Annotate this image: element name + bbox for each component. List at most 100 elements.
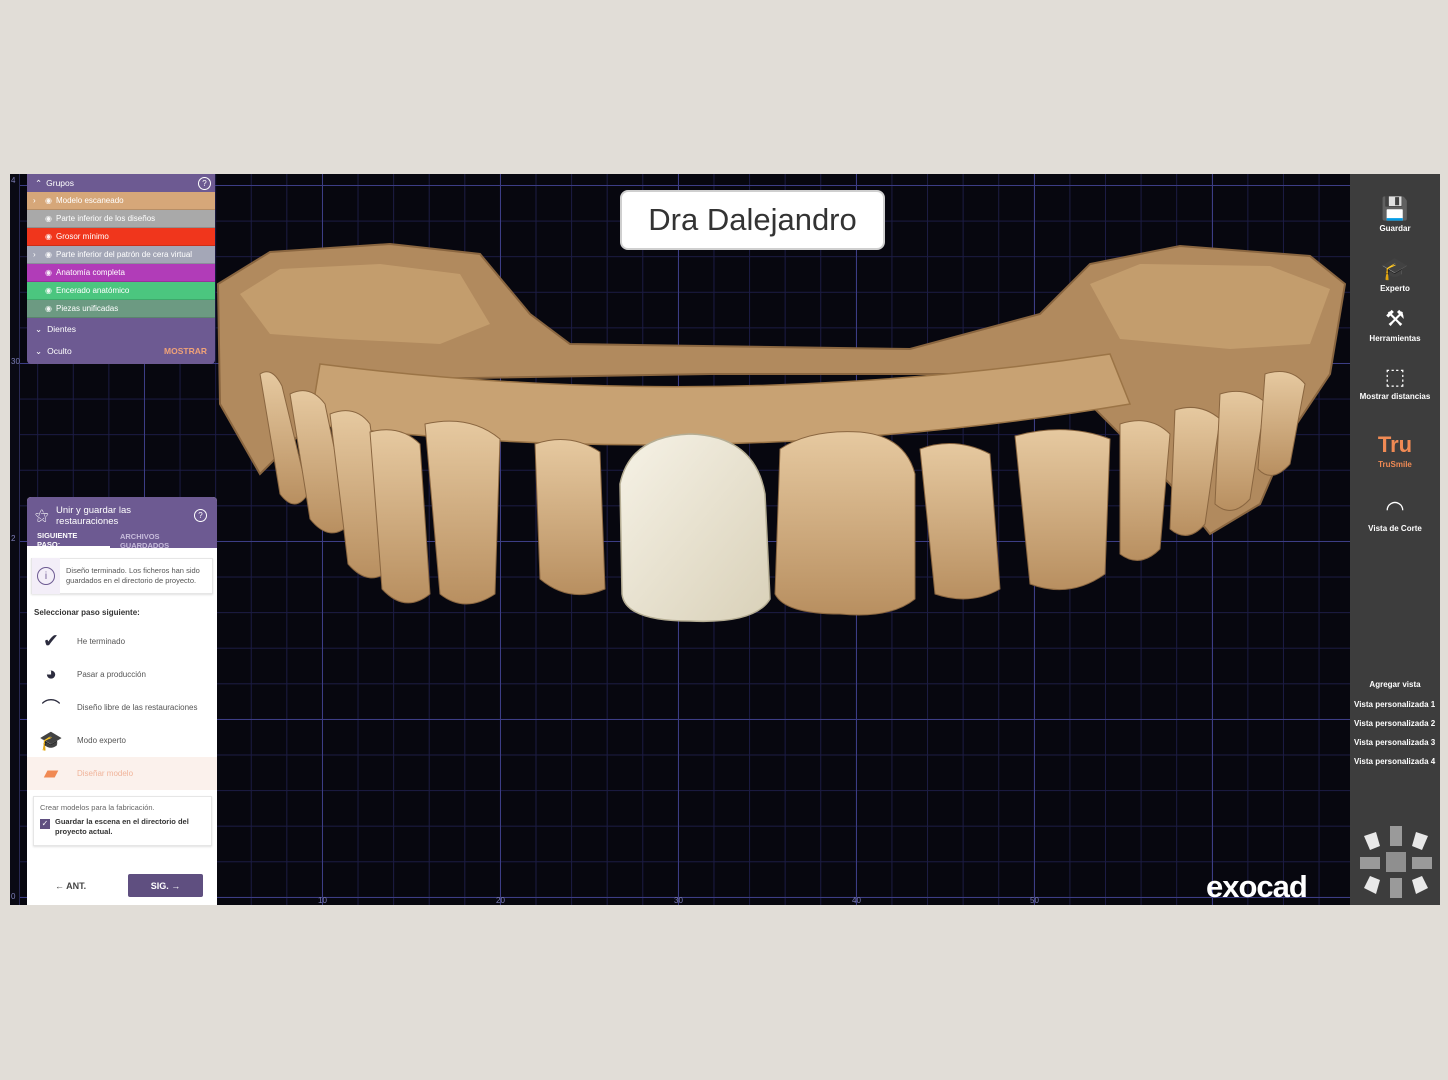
next-step-option[interactable]: 🎓 Modo experto [27,724,217,757]
eye-icon[interactable]: ◉ [45,304,52,313]
tool-label: Herramientas [1369,334,1421,343]
tool-graduation-cap[interactable]: 🎓 Experto [1350,256,1440,293]
eye-icon[interactable]: ◉ [45,214,52,223]
step-panel: ⚝ Unir y guardar las restauraciones ? SI… [27,497,217,905]
group-label: Parte inferior de los diseños [55,214,156,223]
custom-view-item[interactable]: Vista personalizada 1 [1350,700,1440,710]
show-hidden-button[interactable]: MOSTRAR [164,346,207,356]
trusmile-icon: Tru [1377,432,1413,457]
chevron-down-icon: ⌄ [35,345,43,356]
ruler-tick: 20 [496,896,505,905]
checkbox-checked[interactable]: ✓ [40,819,50,829]
chevron-right-icon[interactable]: › [33,196,41,205]
tool-cut-view[interactable]: ◠ Vista de Corte [1350,496,1440,533]
info-text: Diseño terminado. Los ficheros han sido … [66,566,200,585]
save-scene-checkbox-row[interactable]: ✓ Guardar la escena en el directorio del… [40,817,205,837]
tool-label: TruSmile [1378,460,1412,469]
group-item[interactable]: ◉ Grosor mínimo [27,228,215,246]
next-step-option[interactable]: ▰ Diseñar modelo [27,757,217,790]
select-step-label: Seleccionar paso siguiente: [34,608,140,617]
custom-view-item[interactable]: Vista personalizada 3 [1350,738,1440,748]
tools-icon: ⚒ [1385,306,1405,331]
box-text: Crear modelos para la fabricación. [40,803,155,812]
eye-icon[interactable]: ◉ [45,286,52,295]
exocad-logo: exocad [1206,869,1308,904]
section-dientes[interactable]: ⌄ Dientes [27,318,215,340]
cut-view-icon: ◠ [1386,496,1404,521]
ruler-tick: 30 [11,357,20,366]
info-icon: i [37,567,55,585]
previous-label: ANT. [66,880,87,891]
eye-icon[interactable]: ◉ [45,250,52,259]
next-step-option[interactable]: ✔ He terminado [27,625,217,658]
graduation-cap-icon: 🎓 [1381,256,1409,281]
info-icon-wrap: i [32,558,60,594]
eye-icon[interactable]: ◉ [45,232,52,241]
tab-saved-files[interactable]: ARCHIVOS GUARDADOS [110,532,217,550]
group-label: Grosor mínimo [55,232,109,241]
step-panel-header: ⚝ Unir y guardar las restauraciones ? SI… [27,497,217,550]
group-item[interactable]: ◉ Anatomía completa [27,264,215,282]
group-item[interactable]: › ◉ Parte inferior del patrón de cera virt… [27,246,215,264]
option-label: Pasar a producción [77,670,146,679]
chevron-down-icon: ⌄ [35,323,43,334]
next-step-option[interactable]: ⌒ Diseño libre de las restauraciones [27,691,217,724]
help-icon[interactable]: ? [198,176,211,190]
crown-restoration[interactable] [619,433,771,623]
right-toolbar: 💾 Guardar 🎓 Experto ⚒ Herramientas ⬚ Mostrar di… [1350,174,1440,905]
group-item[interactable]: › ◉ Modelo escaneado [27,192,215,210]
next-step-option[interactable]: ◕ Pasar a producción [27,658,217,691]
ruler-tick: 4 [11,176,16,185]
group-item[interactable]: ◉ Parte inferior de los diseños [27,210,215,228]
custom-views: Agregar vista Vista personalizada 1 Vista… [1350,680,1440,776]
group-item[interactable]: ◉ Piezas unificadas [27,300,215,318]
info-message: i Diseño terminado. Los ficheros han sid… [31,558,213,594]
group-item[interactable]: ◉ Encerado anatómico [27,282,215,300]
previous-button[interactable]: ← ANT. [55,881,86,891]
arrow-left-icon: ← [55,880,64,891]
vertical-ruler: 4 30 2 0 [10,174,20,905]
group-list: › ◉ Modelo escaneado ◉ Parte inferior de los… [27,192,215,318]
group-label: Modelo escaneado [55,196,124,205]
ruler-tick: 30 [674,896,683,905]
eye-icon[interactable]: ◉ [45,268,52,277]
step-tabs: SIGUIENTE PASO: ARCHIVOS GUARDADOS [27,531,217,550]
section-label: Dientes [47,324,76,334]
help-icon[interactable]: ? [194,509,207,522]
tool-save[interactable]: 💾 Guardar [1350,196,1440,233]
exocad-window: 4 30 2 0 10 20 30 40 50 Dra Dalejandro e… [10,174,1440,905]
save-icon: 💾 [1381,196,1409,221]
option-label: He terminado [77,637,126,646]
view-list: Vista personalizada 1 Vista personalizada… [1350,700,1440,767]
tool-label: Vista de Corte [1368,524,1422,533]
mill-icon: ◕ [45,663,57,685]
tool-trusmile[interactable]: Tru TruSmile [1350,432,1440,469]
tool-tools[interactable]: ⚒ Herramientas [1350,306,1440,343]
graduation-cap-icon: 🎓 [39,730,63,752]
groups-title: Grupos [46,178,74,188]
section-label: Oculto [47,346,72,356]
tool-distance[interactable]: ⬚ Mostrar distancias [1350,364,1440,401]
group-label: Encerado anatómico [55,286,130,295]
ruler-tick: 10 [318,896,327,905]
custom-view-item[interactable]: Vista personalizada 4 [1350,757,1440,767]
option-label: Modo experto [77,736,126,745]
group-label: Piezas unificadas [55,304,119,313]
ruler-tick: 2 [11,534,16,543]
chevron-up-icon: ⌃ [35,177,43,188]
wizard-nav: ← ANT. SIG. → [27,874,217,897]
eye-icon[interactable]: ◉ [45,196,52,205]
next-label: SIG. [150,880,169,891]
groups-header[interactable]: ⌃ Grupos ? [27,174,215,192]
next-button[interactable]: SIG. → [128,874,203,897]
group-label: Parte inferior del patrón de cera virtua… [55,250,193,259]
custom-view-item[interactable]: Vista personalizada 2 [1350,719,1440,729]
tool-label: Guardar [1379,224,1411,233]
section-oculto[interactable]: ⌄ Oculto MOSTRAR [27,340,215,362]
chevron-right-icon[interactable]: › [33,250,41,259]
next-step-options: ✔ He terminado ◕ Pasar a producción ⌒ Diseño … [27,625,217,790]
add-view-button[interactable]: Agregar vista [1350,680,1440,689]
tab-next-step[interactable]: SIGUIENTE PASO: [27,531,110,549]
view-orientation-widget[interactable] [1356,824,1436,900]
tool-label: Experto [1380,284,1410,293]
